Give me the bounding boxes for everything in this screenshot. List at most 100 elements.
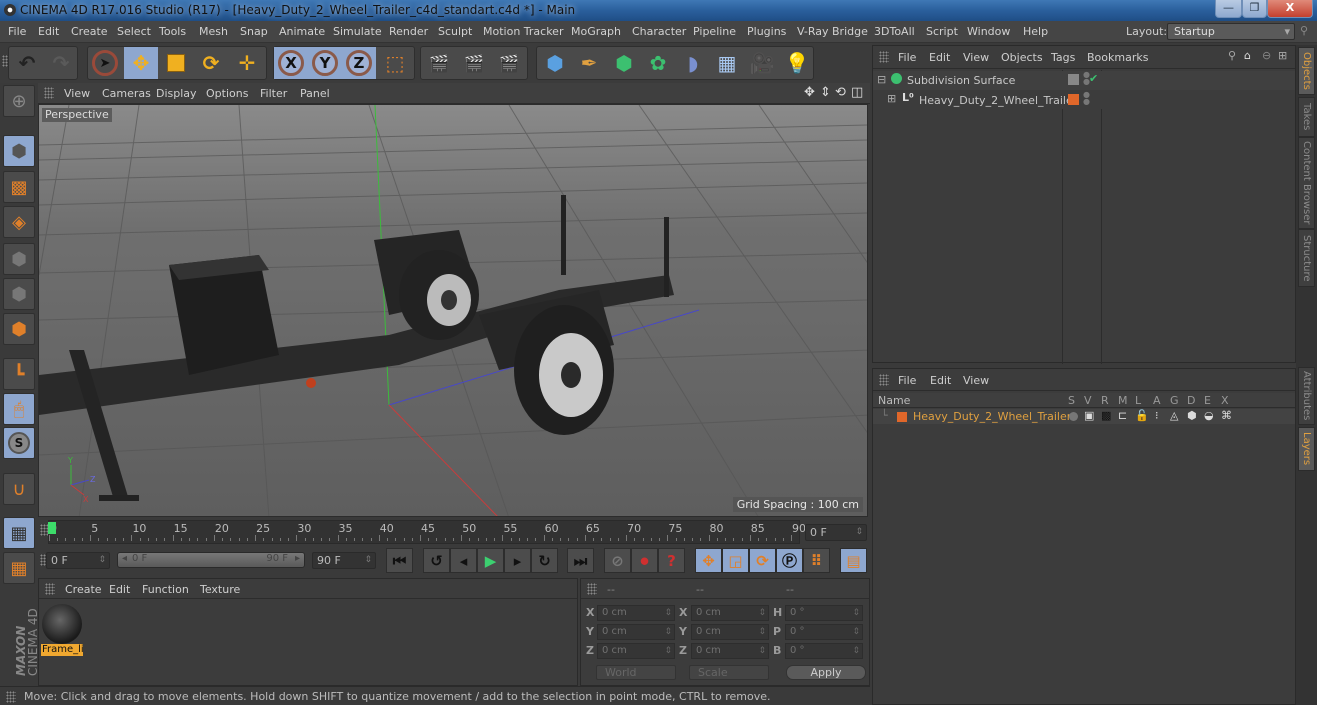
home-icon[interactable]: ⌂ [1244, 49, 1251, 62]
start-frame-field[interactable]: 0 F [46, 552, 110, 569]
viewport-layout-icon[interactable]: ◫ [851, 85, 863, 100]
col-view[interactable]: V [1084, 394, 1092, 407]
objects-menu-tags[interactable]: Tags [1051, 51, 1075, 64]
col-manager[interactable]: M [1118, 394, 1128, 407]
col-solo[interactable]: S [1068, 394, 1075, 407]
viewport-pan-icon[interactable]: ✥ [804, 85, 815, 100]
render-toggle-icon[interactable]: ▩ [1101, 409, 1111, 422]
tree-expand-icon[interactable]: ⊞ [887, 92, 896, 105]
menu-simulate[interactable]: Simulate [333, 25, 382, 38]
material-menu-edit[interactable]: Edit [109, 583, 130, 596]
objects-menu-edit[interactable]: Edit [929, 51, 950, 64]
y-axis-lock-button[interactable]: Y [308, 47, 342, 79]
menu-tools[interactable]: Tools [159, 25, 186, 38]
coordinates-grip[interactable] [587, 583, 597, 595]
material-menu-create[interactable]: Create [65, 583, 102, 596]
workplane-lock-button[interactable]: ▦ [3, 517, 35, 549]
menu-character[interactable]: Character [632, 25, 686, 38]
snap-button[interactable]: ∪ [3, 473, 35, 505]
key-scale-button[interactable]: ◲ [722, 548, 749, 573]
points-mode-button[interactable]: ⬢ [3, 243, 35, 275]
frame-range-slider[interactable]: ◂ 0 F 90 F ▸ [117, 552, 305, 568]
polygons-mode-button[interactable]: ⬢ [3, 313, 35, 345]
go-to-end-button[interactable]: ⏭ [567, 548, 594, 573]
col-generators[interactable]: G [1170, 394, 1179, 407]
viewport-menu-filter[interactable]: Filter [260, 87, 287, 100]
timeline-ruler[interactable]: 051015202530354045505560657075808590 0 F [38, 518, 870, 546]
previous-frame-button[interactable]: ◂ [450, 548, 477, 573]
size-x-field[interactable]: 0 cm [691, 605, 769, 621]
move-tool-button[interactable]: ✥ [124, 47, 158, 79]
menu-animate[interactable]: Animate [279, 25, 325, 38]
menu-help[interactable]: Help [1023, 25, 1048, 38]
manager-toggle-icon[interactable]: ⊏ [1118, 409, 1127, 422]
xrefs-toggle-icon[interactable]: ⌘ [1221, 409, 1232, 422]
material-frame[interactable]: Frame_li [41, 602, 83, 658]
objects-menu-bookmarks[interactable]: Bookmarks [1087, 51, 1148, 64]
viewport-grip[interactable] [44, 87, 54, 99]
x-axis-lock-button[interactable]: X [274, 47, 308, 79]
tab-attributes[interactable]: Attributes [1298, 367, 1315, 425]
previous-key-button[interactable]: ↺ [423, 548, 450, 573]
key-rotation-button[interactable]: ⟳ [749, 548, 776, 573]
search-objects-icon[interactable]: ⚲ [1228, 49, 1236, 62]
visibility-dots-icon[interactable]: ● ● [1083, 91, 1090, 106]
menu-select[interactable]: Select [117, 25, 151, 38]
lock-toggle-icon[interactable]: 🔓 [1135, 409, 1149, 422]
col-deformers[interactable]: D [1187, 394, 1195, 407]
play-button[interactable]: ▶ [477, 548, 504, 573]
viewport-rotate-icon[interactable]: ⟲ [835, 85, 846, 100]
cloner-button[interactable]: ✿ [641, 47, 675, 79]
subdivision-surface-button[interactable]: ⬢ [607, 47, 641, 79]
current-frame-field[interactable]: 0 F [805, 524, 867, 541]
floor-button[interactable]: ▦ [710, 47, 744, 79]
enabled-check-icon[interactable]: ✔ [1089, 72, 1098, 85]
layer-row[interactable]: └ Heavy_Duty_2_Wheel_Trailer ▣ ▩ ⊏ 🔓 ⁝ ◬… [873, 409, 1295, 424]
next-key-button[interactable]: ↻ [531, 548, 558, 573]
search-icon[interactable]: ⚲ [1300, 24, 1308, 37]
keyframe-selection-button[interactable]: ? [658, 548, 685, 573]
rot-b-field[interactable]: 0 ° [785, 643, 863, 659]
pos-y-field[interactable]: 0 cm [597, 624, 675, 640]
viewport-menu-view[interactable]: View [64, 87, 90, 100]
col-name[interactable]: Name [878, 394, 910, 407]
menu-edit[interactable]: Edit [38, 25, 59, 38]
object-manager-grip[interactable] [879, 51, 889, 63]
collapse-icon[interactable]: ⊖ [1262, 49, 1271, 62]
col-expressions[interactable]: E [1204, 394, 1211, 407]
generators-toggle-icon[interactable]: ◬ [1170, 409, 1178, 422]
col-render[interactable]: R [1101, 394, 1109, 407]
menu-script[interactable]: Script [926, 25, 958, 38]
pos-x-field[interactable]: 0 cm [597, 605, 675, 621]
viewport-menu-cameras[interactable]: Cameras [102, 87, 151, 100]
layer-color-swatch[interactable] [897, 412, 907, 422]
objects-menu-file[interactable]: File [898, 51, 916, 64]
apply-button[interactable]: Apply [786, 665, 866, 680]
rot-p-field[interactable]: 0 ° [785, 624, 863, 640]
minimize-button[interactable]: — [1215, 0, 1242, 18]
coordinate-space-select[interactable]: World [596, 665, 676, 680]
edges-mode-button[interactable]: ⬢ [3, 278, 35, 310]
tab-layers[interactable]: Layers [1298, 427, 1315, 471]
undo-button[interactable]: ↶ [10, 47, 44, 79]
layers-menu-edit[interactable]: Edit [930, 374, 951, 387]
objects-menu-view[interactable]: View [963, 51, 989, 64]
rotate-tool-button[interactable]: ⟳ [194, 47, 228, 79]
key-point-level-button[interactable]: ⠿ [803, 548, 830, 573]
record-active-button[interactable]: ⊘ [604, 548, 631, 573]
key-parameter-button[interactable]: Ⓟ [776, 548, 803, 573]
z-axis-lock-button[interactable]: Z [342, 47, 376, 79]
tree-collapse-icon[interactable]: ⊟ [877, 73, 886, 86]
layers-menu-file[interactable]: File [898, 374, 916, 387]
solo-button[interactable]: S [3, 427, 35, 459]
render-settings-button[interactable]: 🎬 [492, 47, 526, 79]
render-view-button[interactable]: 🎬 [422, 47, 456, 79]
objects-menu-objects[interactable]: Objects [1001, 51, 1043, 64]
col-xrefs[interactable]: X [1221, 394, 1229, 407]
deformer-button[interactable]: ◗ [676, 47, 710, 79]
close-button[interactable]: X [1267, 0, 1313, 18]
editor-visibility-icon[interactable] [1068, 74, 1079, 85]
layout-select[interactable]: Startup [1167, 23, 1295, 40]
new-window-icon[interactable]: ⊞ [1278, 49, 1287, 62]
layer-color-swatch[interactable] [1068, 94, 1079, 105]
